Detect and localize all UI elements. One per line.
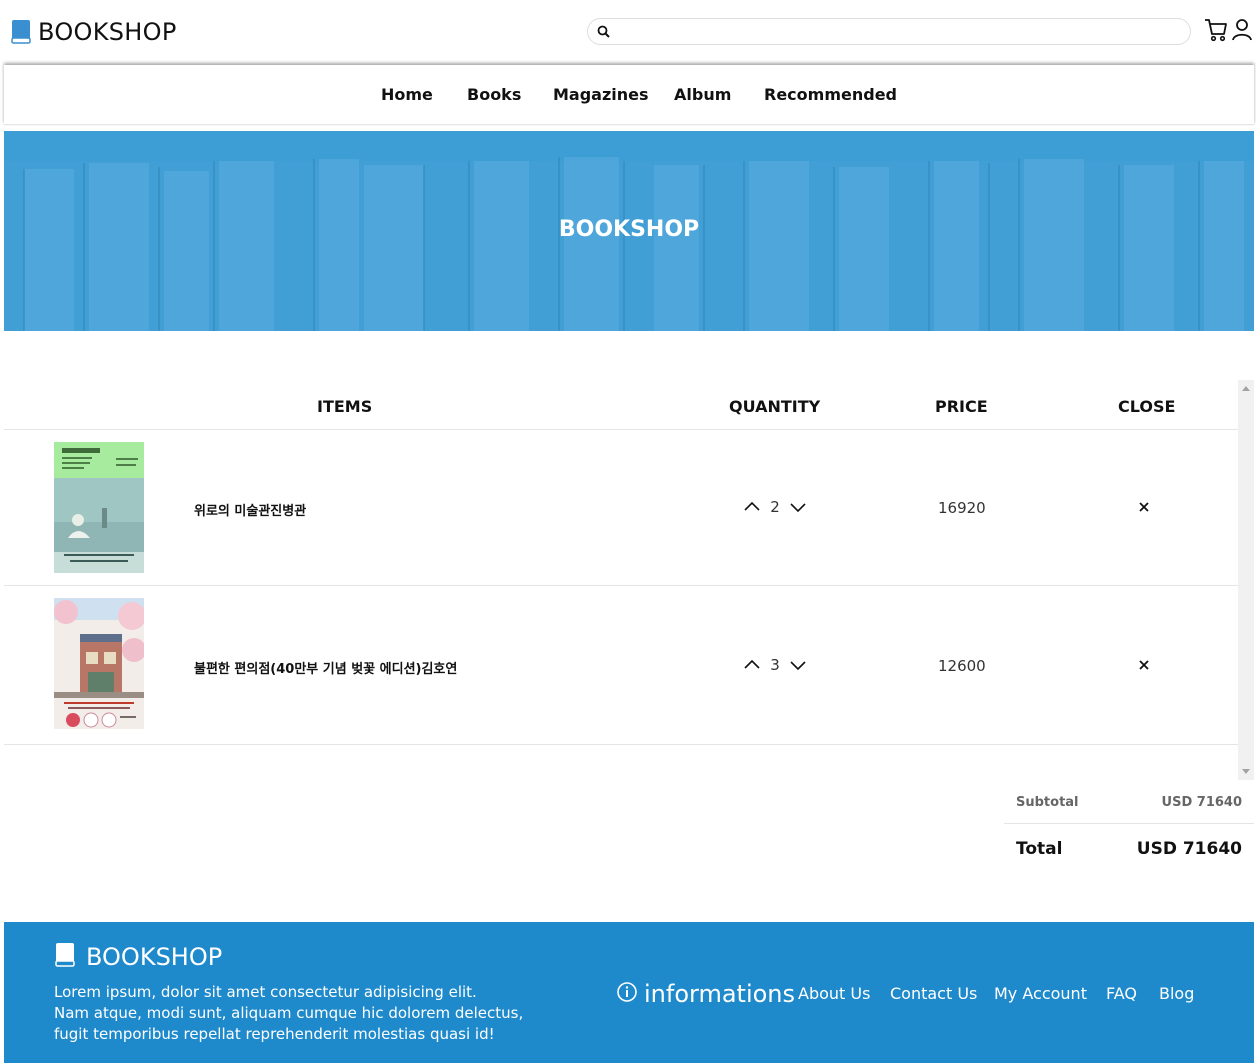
footer-link-faq[interactable]: FAQ xyxy=(1106,984,1137,1003)
scroll-down-arrow-icon[interactable] xyxy=(1242,769,1250,774)
about-line: Lorem ipsum, dolor sit amet consectetur … xyxy=(54,983,477,1001)
quantity-value: 2 xyxy=(770,498,780,516)
total-value: USD 71640 xyxy=(1136,839,1242,859)
header-items: ITEMS xyxy=(317,397,373,416)
table-row: 불편한 편의점(40만부 기념 벚꽃 에디션)김호연 3 12600 xyxy=(4,586,1238,745)
user-icon[interactable] xyxy=(1232,18,1252,42)
footer-link-my-account[interactable]: My Account xyxy=(994,984,1087,1003)
brand-logo[interactable]: BOOKSHOP xyxy=(10,18,177,46)
chevron-up-icon[interactable] xyxy=(743,658,761,672)
item-name: 불편한 편의점(40만부 기념 벚꽃 에디션)김호연 xyxy=(194,662,458,677)
footer: BOOKSHOP Lorem ipsum, dolor sit amet con… xyxy=(4,922,1254,1063)
table-row: 위로의 미술관진병관 2 16920 xyxy=(4,430,1238,586)
search-bar[interactable] xyxy=(587,18,1191,45)
book-cover-image[interactable] xyxy=(54,598,144,729)
close-icon[interactable] xyxy=(1137,658,1151,672)
header: BOOKSHOP xyxy=(0,0,1256,64)
cart-table: ITEMS QUANTITY PRICE CLOSE 위로의 미술관진병관 2 xyxy=(4,380,1238,780)
close-icon[interactable] xyxy=(1137,500,1151,514)
total-label: Total xyxy=(1016,839,1063,859)
scroll-up-arrow-icon[interactable] xyxy=(1242,386,1250,391)
book-icon xyxy=(10,19,32,45)
header-price: PRICE xyxy=(935,397,988,416)
nav-item-magazines[interactable]: Magazines xyxy=(553,85,649,104)
footer-link-blog[interactable]: Blog xyxy=(1159,984,1194,1003)
book-icon xyxy=(54,942,76,972)
cart-table-header: ITEMS QUANTITY PRICE CLOSE xyxy=(4,380,1238,430)
nav-item-album[interactable]: Album xyxy=(674,85,731,104)
header-quantity: QUANTITY xyxy=(729,397,821,416)
quantity-value: 3 xyxy=(770,656,780,674)
quantity-stepper: 3 xyxy=(743,656,807,674)
header-close: CLOSE xyxy=(1118,397,1176,416)
subtotal-row: Subtotal USD 71640 xyxy=(1004,787,1254,824)
subtotal-label: Subtotal xyxy=(1016,795,1079,810)
cart-scrollbar[interactable] xyxy=(1238,380,1254,780)
book-cover-image[interactable] xyxy=(54,442,144,573)
item-name: 위로의 미술관진병관 xyxy=(194,504,307,519)
chevron-down-icon[interactable] xyxy=(789,500,807,514)
nav-item-recommended[interactable]: Recommended xyxy=(764,85,897,104)
item-price: 16920 xyxy=(938,499,986,517)
chevron-up-icon[interactable] xyxy=(743,500,761,514)
quantity-stepper: 2 xyxy=(743,498,807,516)
search-input[interactable] xyxy=(618,22,1178,42)
chevron-down-icon[interactable] xyxy=(789,658,807,672)
footer-link-about-us[interactable]: About Us xyxy=(798,984,870,1003)
about-line: fugit temporibus repellat reprehenderit … xyxy=(54,1025,495,1043)
footer-brand-title: BOOKSHOP xyxy=(86,943,223,971)
item-price: 12600 xyxy=(938,657,986,675)
nav-item-books[interactable]: Books xyxy=(467,85,521,104)
hero-banner: BOOKSHOP xyxy=(4,131,1254,331)
hero-title: BOOKSHOP xyxy=(558,217,700,242)
about-line: Nam atque, modi sunt, aliquam cumque hic… xyxy=(54,1004,524,1022)
main-nav: Home Books Magazines Album Recommended xyxy=(4,65,1254,125)
nav-item-home[interactable]: Home xyxy=(381,85,433,104)
brand-title: BOOKSHOP xyxy=(38,18,177,46)
subtotal-value: USD 71640 xyxy=(1161,795,1242,810)
search-icon xyxy=(596,24,612,40)
cart-icon[interactable] xyxy=(1203,17,1229,43)
footer-brand[interactable]: BOOKSHOP xyxy=(54,942,222,972)
footer-info-heading: informations xyxy=(616,980,795,1008)
footer-link-contact-us[interactable]: Contact Us xyxy=(890,984,977,1003)
info-icon xyxy=(616,981,638,1007)
footer-about-text: Lorem ipsum, dolor sit amet consectetur … xyxy=(54,982,534,1045)
info-title: informations xyxy=(644,980,796,1008)
